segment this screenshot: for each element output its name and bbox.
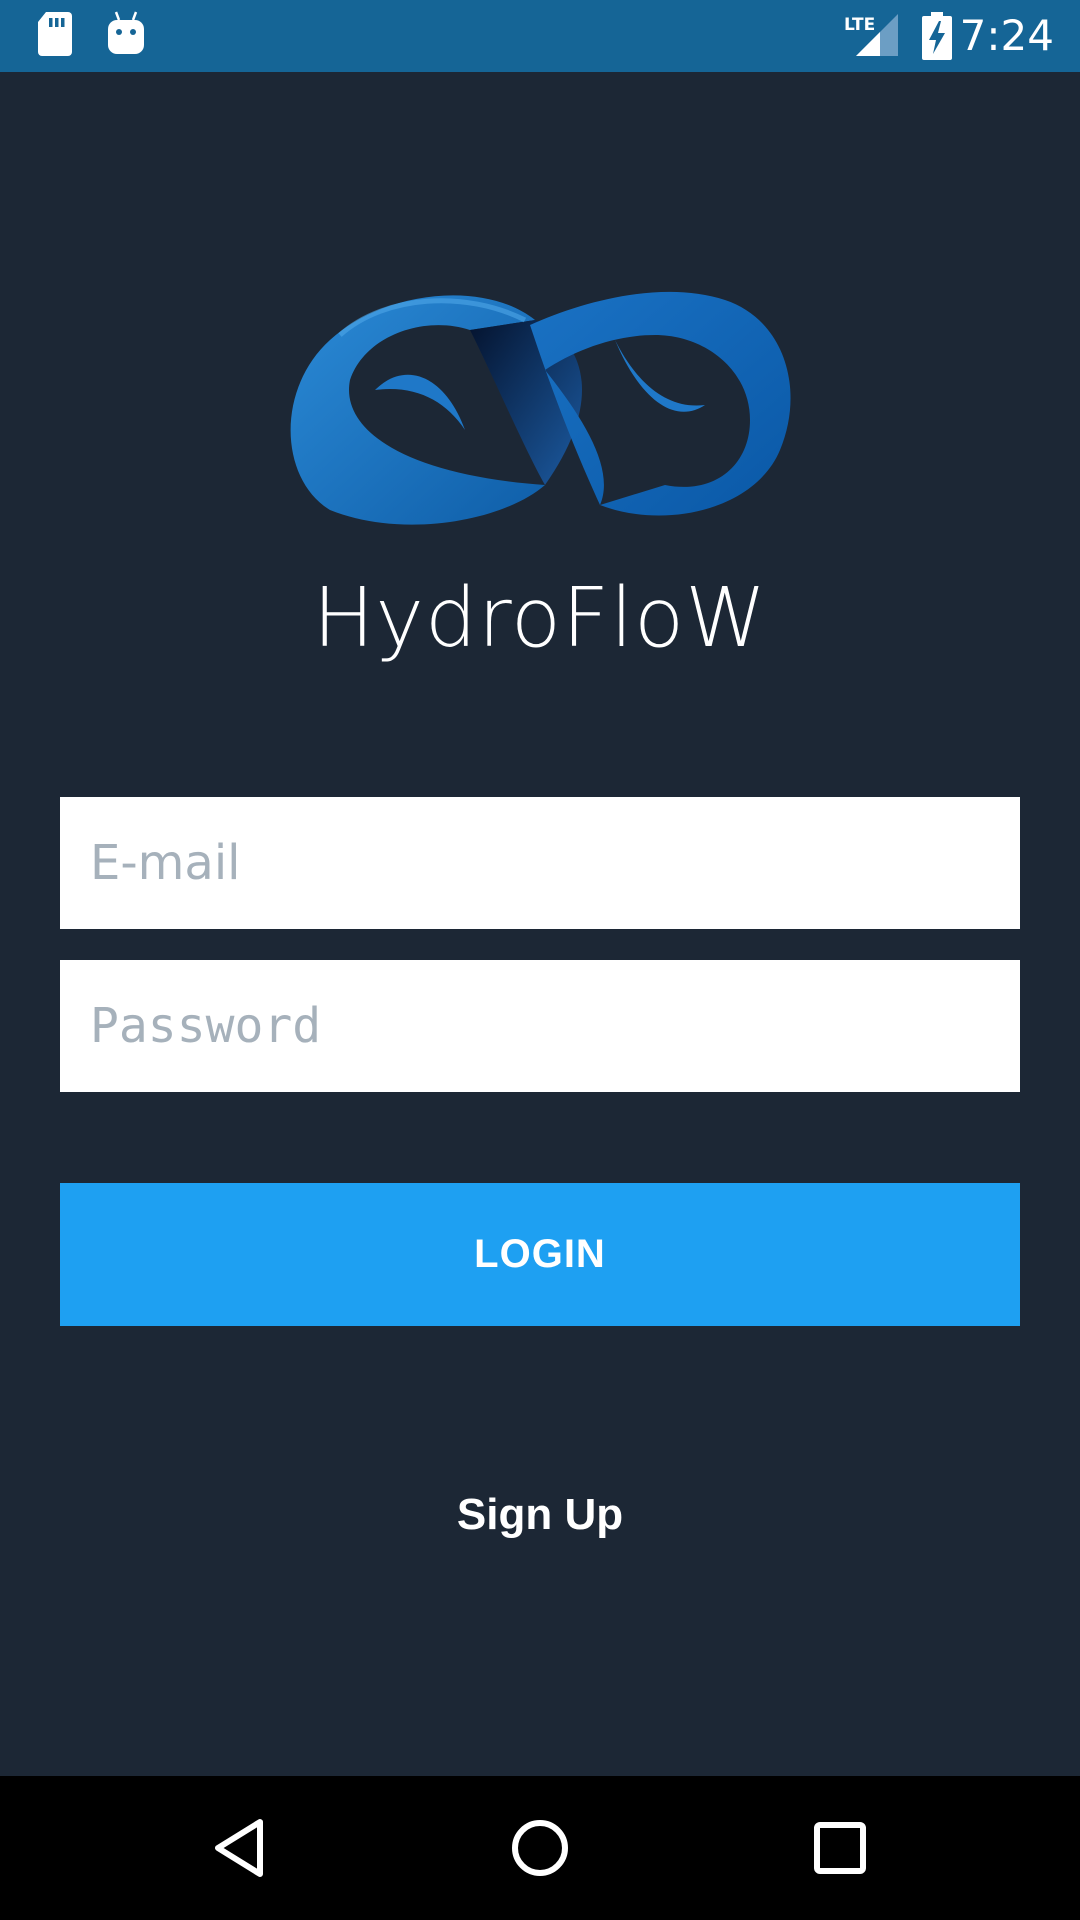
app-name: HydroFloW xyxy=(312,571,768,666)
sd-card-icon xyxy=(36,10,74,63)
battery-charging-icon xyxy=(922,12,952,65)
lte-signal-icon: LTE xyxy=(844,12,900,63)
infinity-wave-logo xyxy=(290,291,791,525)
home-icon[interactable] xyxy=(492,1800,588,1896)
back-icon[interactable] xyxy=(192,1800,288,1896)
signup-link[interactable]: Sign Up xyxy=(0,1490,1080,1540)
navigation-bar xyxy=(0,1776,1080,1920)
recents-icon[interactable] xyxy=(792,1800,888,1896)
status-time: 7:24 xyxy=(959,11,1054,60)
android-debug-icon xyxy=(106,10,146,63)
login-button[interactable]: LOGIN xyxy=(60,1183,1020,1326)
svg-text:LTE: LTE xyxy=(844,15,875,35)
status-bar: LTE 7:24 xyxy=(0,0,1080,72)
password-field[interactable] xyxy=(60,960,1020,1092)
email-field[interactable] xyxy=(60,797,1020,929)
